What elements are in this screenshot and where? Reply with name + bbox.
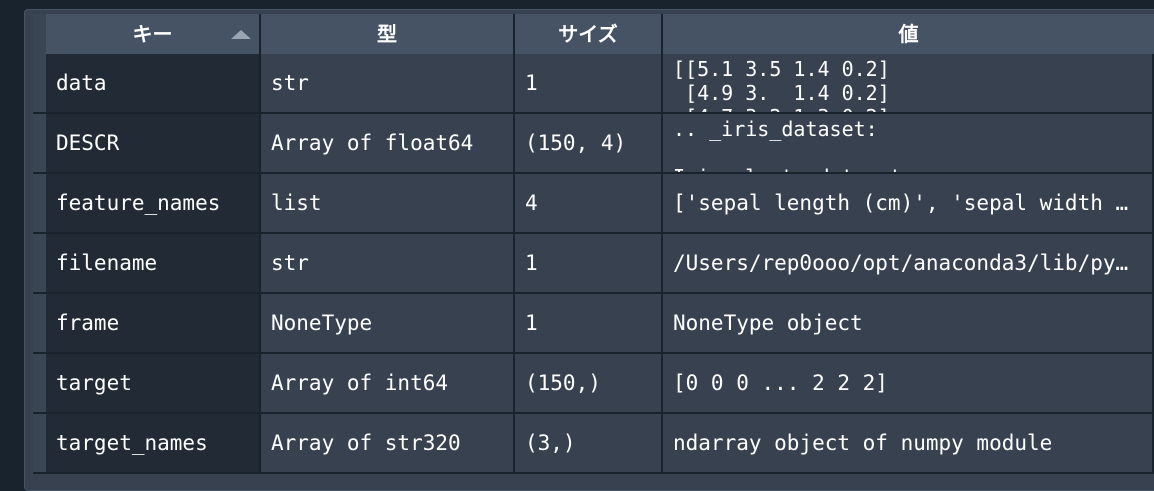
cell-key[interactable]: filename <box>46 234 261 294</box>
cell-value-line: [4.7 3.2 1.3 0.2] <box>673 105 890 112</box>
column-header-type-label: 型 <box>377 22 397 46</box>
column-header-key[interactable]: キー <box>46 14 261 54</box>
cell-key[interactable]: target_names <box>46 414 261 474</box>
cell-key[interactable]: frame <box>46 294 261 354</box>
cell-type[interactable]: NoneType <box>261 294 515 354</box>
column-header-key-label: キー <box>132 22 173 46</box>
cell-size[interactable]: (3,) <box>515 414 663 474</box>
cell-size-text: (150,) <box>525 371 601 395</box>
cell-value-text: /Users/rep0ooo/opt/anaconda3/lib/py… <box>673 251 1129 275</box>
table-header: キー 型 サイズ 値 <box>46 14 1154 54</box>
cell-value[interactable]: [0 0 0 ... 2 2 2] <box>663 354 1154 414</box>
cell-type[interactable]: Array of str320 <box>261 414 515 474</box>
cell-type-text: str <box>271 251 309 275</box>
cell-value-line <box>673 141 902 165</box>
cell-value-line: .. _iris_dataset: <box>673 117 878 141</box>
cell-value[interactable]: NoneType object <box>663 294 1154 354</box>
column-header-type[interactable]: 型 <box>261 14 515 54</box>
cell-key-text: feature_names <box>56 191 221 215</box>
cell-size[interactable]: 1 <box>515 234 663 294</box>
cell-value[interactable]: .. _iris_dataset: Iris plants dataset <box>663 114 1154 174</box>
cell-size-text: (3,) <box>525 431 576 455</box>
cell-size[interactable]: 1 <box>515 294 663 354</box>
column-header-value-label: 値 <box>898 22 919 46</box>
row-header[interactable] <box>33 234 46 294</box>
cell-key[interactable]: DESCR <box>46 114 261 174</box>
sort-ascending-icon[interactable] <box>231 30 251 39</box>
cell-size-text: 1 <box>525 311 538 335</box>
cell-size[interactable]: (150,) <box>515 354 663 414</box>
cell-value[interactable]: ['sepal length (cm)', 'sepal width … <box>663 174 1154 234</box>
cell-key[interactable]: feature_names <box>46 174 261 234</box>
cell-key-text: filename <box>56 251 158 275</box>
cell-type[interactable]: str <box>261 234 515 294</box>
cell-value-text: ['sepal length (cm)', 'sepal width … <box>673 191 1129 215</box>
cell-size-text: 1 <box>525 71 538 95</box>
row-header[interactable] <box>33 114 46 174</box>
cell-key[interactable]: target <box>46 354 261 414</box>
cell-type-text: NoneType <box>271 311 373 335</box>
variable-explorer: キー 型 サイズ 値 data str 1 [[5.1 3.5 1.4 0.2] [4… <box>0 0 1154 491</box>
cell-key-text: frame <box>56 311 120 335</box>
cell-type[interactable]: Array of float64 <box>261 114 515 174</box>
cell-type[interactable]: str <box>261 54 515 114</box>
cell-type-text: Array of str320 <box>271 431 461 455</box>
cell-value-text: ndarray object of numpy module <box>673 431 1053 455</box>
cell-value[interactable]: /Users/rep0ooo/opt/anaconda3/lib/py… <box>663 234 1154 294</box>
row-header[interactable] <box>33 414 46 474</box>
cell-key-text: DESCR <box>56 131 120 155</box>
cell-type-text: Array of int64 <box>271 371 449 395</box>
cell-key-text: data <box>56 71 107 95</box>
cell-value-text: [0 0 0 ... 2 2 2] <box>673 371 888 395</box>
cell-value-line: [4.9 3. 1.4 0.2] <box>673 81 890 105</box>
row-header[interactable] <box>33 354 46 414</box>
cell-value-line: [[5.1 3.5 1.4 0.2] <box>673 57 890 81</box>
cell-size[interactable]: (150, 4) <box>515 114 663 174</box>
cell-size-text: 4 <box>525 191 538 215</box>
cell-type[interactable]: Array of int64 <box>261 354 515 414</box>
cell-key-text: target <box>56 371 132 395</box>
column-header-value[interactable]: 値 <box>663 14 1154 54</box>
cell-size-text: (150, 4) <box>525 131 627 155</box>
cell-key[interactable]: data <box>46 54 261 114</box>
column-header-size[interactable]: サイズ <box>515 14 663 54</box>
cell-size[interactable]: 4 <box>515 174 663 234</box>
cell-value[interactable]: ndarray object of numpy module <box>663 414 1154 474</box>
cell-type-text: list <box>271 191 322 215</box>
cell-value-text: NoneType object <box>673 311 863 335</box>
cell-type-text: Array of float64 <box>271 131 474 155</box>
row-header[interactable] <box>33 174 46 234</box>
cell-type[interactable]: list <box>261 174 515 234</box>
cell-key-text: target_names <box>56 431 208 455</box>
cell-size-text: 1 <box>525 251 538 275</box>
column-header-size-label: サイズ <box>558 22 618 46</box>
cell-size[interactable]: 1 <box>515 54 663 114</box>
table-corner <box>33 14 46 54</box>
row-header[interactable] <box>33 54 46 114</box>
row-header[interactable] <box>33 294 46 354</box>
cell-type-text: str <box>271 71 309 95</box>
cell-value-line: Iris plants dataset <box>673 165 902 172</box>
cell-value[interactable]: [[5.1 3.5 1.4 0.2] [4.9 3. 1.4 0.2] [4.7… <box>663 54 1154 114</box>
